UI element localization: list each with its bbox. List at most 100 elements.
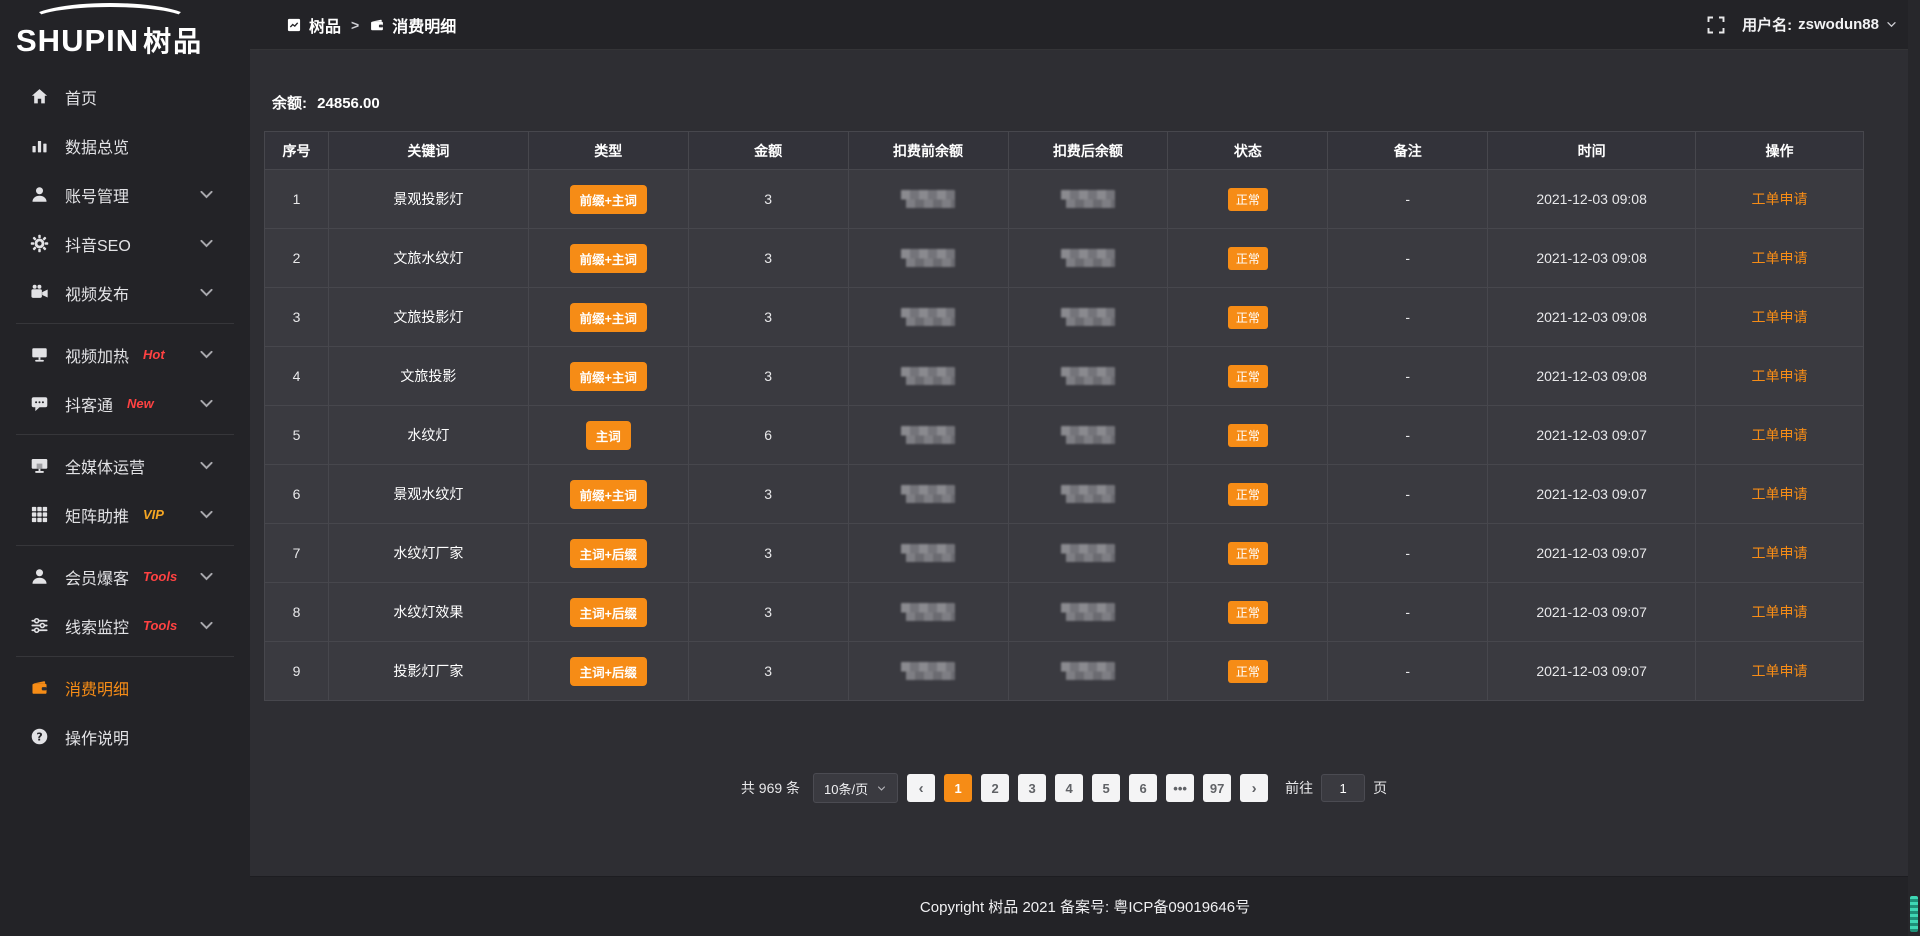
action-link[interactable]: 工单申请	[1752, 604, 1808, 620]
sidebar-item-account-management[interactable]: 账号管理	[0, 170, 250, 219]
page-size-value: 10条/页	[824, 779, 868, 798]
page-button-5[interactable]: 5	[1092, 774, 1120, 802]
cell-remark: -	[1328, 406, 1488, 465]
column-header: 金额	[688, 132, 848, 170]
sidebar-item-home[interactable]: 首页	[0, 72, 250, 121]
sidebar-divider	[16, 434, 234, 435]
action-link[interactable]: 工单申请	[1752, 309, 1808, 325]
scrollbar-thumb[interactable]	[1910, 896, 1918, 932]
sidebar-item-media-operation[interactable]: 全媒体运营	[0, 441, 250, 490]
cell-balance-after	[1008, 524, 1168, 583]
fullscreen-icon[interactable]	[1706, 15, 1726, 35]
type-badge: 主词+后缀	[570, 598, 647, 627]
consumption-table: 序号关键词类型金额扣费前余额扣费后余额状态备注时间操作 1 景观投影灯 前缀+主…	[264, 131, 1864, 701]
sidebar-item-douyin-seo[interactable]: 抖音SEO	[0, 219, 250, 268]
cell-time: 2021-12-03 09:07	[1488, 524, 1696, 583]
masked-balance-before	[901, 249, 955, 268]
masked-balance-after	[1061, 249, 1115, 268]
scrollbar-track[interactable]	[1908, 0, 1920, 936]
sidebar-item-member-baoke[interactable]: 会员爆客 Tools	[0, 552, 250, 601]
cell-keyword: 景观水纹灯	[328, 465, 528, 524]
cell-time: 2021-12-03 09:08	[1488, 288, 1696, 347]
sidebar-item-clue-monitor[interactable]: 线索监控 Tools	[0, 601, 250, 650]
cell-index: 1	[265, 170, 329, 229]
action-link[interactable]: 工单申请	[1752, 427, 1808, 443]
action-link[interactable]: 工单申请	[1752, 191, 1808, 207]
action-link[interactable]: 工单申请	[1752, 368, 1808, 384]
sidebar-item-matrix-boost[interactable]: 矩阵助推 VIP	[0, 490, 250, 539]
prev-page-button[interactable]: ‹	[907, 774, 935, 802]
action-link[interactable]: 工单申请	[1752, 250, 1808, 266]
next-page-button[interactable]: ›	[1240, 774, 1268, 802]
cell-action: 工单申请	[1696, 347, 1864, 406]
cell-time: 2021-12-03 09:07	[1488, 406, 1696, 465]
action-link[interactable]: 工单申请	[1752, 545, 1808, 561]
page-button-3[interactable]: 3	[1018, 774, 1046, 802]
menu-item-icon	[30, 283, 49, 302]
sidebar-item-consumption-detail[interactable]: 消费明细	[0, 663, 250, 712]
sidebar-item-video-heat[interactable]: 视频加热 Hot	[0, 330, 250, 379]
cell-remark: -	[1328, 524, 1488, 583]
column-header: 状态	[1168, 132, 1328, 170]
cell-amount: 3	[688, 288, 848, 347]
balance-value: 24856.00	[317, 95, 380, 112]
action-link[interactable]: 工单申请	[1752, 663, 1808, 679]
cell-balance-after	[1008, 583, 1168, 642]
menu-item-label: 视频加热	[65, 343, 129, 367]
page-buttons: 123456 ••• 97	[944, 774, 1231, 802]
status-badge: 正常	[1228, 365, 1268, 388]
cell-amount: 3	[688, 347, 848, 406]
type-badge: 主词+后缀	[570, 539, 647, 568]
cell-balance-after	[1008, 465, 1168, 524]
chevron-down-icon	[197, 505, 216, 524]
logo-arc-decoration	[30, 3, 190, 37]
sidebar-item-douketong[interactable]: 抖客通 New	[0, 379, 250, 428]
cell-balance-before	[848, 406, 1008, 465]
cell-status: 正常	[1168, 583, 1328, 642]
user-menu[interactable]: 用户名: zswodun88	[1742, 14, 1898, 35]
cell-remark: -	[1328, 288, 1488, 347]
username-label: 用户名:	[1742, 14, 1792, 35]
menu-item-label: 账号管理	[65, 183, 129, 207]
page-ellipsis-button[interactable]: •••	[1166, 774, 1194, 802]
cell-balance-after	[1008, 406, 1168, 465]
breadcrumb-label: 消费明细	[392, 13, 456, 37]
page-button-1[interactable]: 1	[944, 774, 972, 802]
page-button-97[interactable]: 97	[1203, 774, 1231, 802]
cell-balance-after	[1008, 347, 1168, 406]
cell-status: 正常	[1168, 288, 1328, 347]
breadcrumb-separator: >	[351, 17, 359, 33]
page-button-6[interactable]: 6	[1129, 774, 1157, 802]
content-area: 余额: 24856.00 序号关键词类型金额扣费前余额扣费后余额状态备注时间操作…	[250, 50, 1920, 876]
goto-page-input[interactable]	[1321, 774, 1365, 802]
menu-item-icon	[30, 345, 49, 364]
sidebar-item-video-publish[interactable]: 视频发布	[0, 268, 250, 317]
menu-item-label: 全媒体运营	[65, 454, 145, 478]
column-header: 序号	[265, 132, 329, 170]
cell-remark: -	[1328, 642, 1488, 701]
cell-remark: -	[1328, 583, 1488, 642]
goto-page: 前往 页	[1285, 774, 1387, 802]
menu-item-tag: Tools	[143, 618, 177, 633]
breadcrumb-item-1[interactable]: 树品	[286, 13, 341, 37]
masked-balance-before	[901, 662, 955, 681]
menu-item-tag: New	[127, 396, 154, 411]
cell-remark: -	[1328, 465, 1488, 524]
sidebar-item-operation-guide[interactable]: 操作说明	[0, 712, 250, 761]
cell-balance-after	[1008, 229, 1168, 288]
menu-item-label: 操作说明	[65, 725, 129, 749]
masked-balance-before	[901, 485, 955, 504]
status-badge: 正常	[1228, 424, 1268, 447]
cell-status: 正常	[1168, 642, 1328, 701]
sidebar-item-data-overview[interactable]: 数据总览	[0, 121, 250, 170]
cell-index: 9	[265, 642, 329, 701]
breadcrumb-item-2[interactable]: 消费明细	[369, 13, 456, 37]
action-link[interactable]: 工单申请	[1752, 486, 1808, 502]
page-button-4[interactable]: 4	[1055, 774, 1083, 802]
type-badge: 前缀+主词	[570, 303, 647, 332]
menu-item-icon	[30, 456, 49, 475]
cell-type: 主词+后缀	[528, 642, 688, 701]
page-size-select[interactable]: 10条/页	[813, 773, 898, 803]
table-row: 7 水纹灯厂家 主词+后缀 3 正常 - 2021-12-03 09:07 工单…	[265, 524, 1864, 583]
page-button-2[interactable]: 2	[981, 774, 1009, 802]
